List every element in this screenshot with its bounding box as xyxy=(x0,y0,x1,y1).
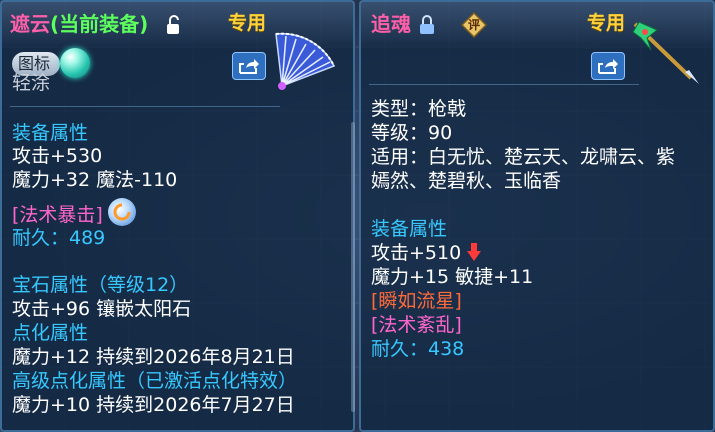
scrollbar[interactable] xyxy=(351,122,355,412)
durability: 耐久：438 xyxy=(371,338,465,360)
item-title: 遮云(当前装备) xyxy=(10,13,148,36)
equipped-status: (当前装备) xyxy=(50,12,149,36)
equipped-item-tooltip: 遮云(当前装备) 专用 图标 轻涂 装备属性 攻击+530 魔力+32 魔法-1… xyxy=(0,0,355,432)
section-adv-refine-attrs: 高级点化属性（已激活点化特效） xyxy=(12,370,298,392)
unlock-icon[interactable] xyxy=(166,15,182,35)
orb-icon[interactable] xyxy=(60,48,90,78)
skill-icon[interactable] xyxy=(108,198,136,226)
share-icon xyxy=(598,59,618,74)
rating-label: 评 xyxy=(467,18,480,32)
rating-icon[interactable]: 评 xyxy=(461,12,487,38)
skill-label: [法术紊乱] xyxy=(371,314,462,336)
divider xyxy=(10,106,280,107)
section-equip-attrs: 装备属性 xyxy=(12,122,89,144)
exclusive-label: 专用 xyxy=(228,12,267,34)
refine-line: 魔力+12 持续到2026年8月21日 xyxy=(12,346,295,368)
divider xyxy=(369,84,639,85)
skill-swirl xyxy=(113,203,131,221)
section-refine-attrs: 点化属性 xyxy=(12,322,89,344)
level-line: 等级：90 xyxy=(371,122,453,144)
suits-line: 嫣然、楚碧秋、玉临香 xyxy=(371,170,562,192)
exclusive-label: 专用 xyxy=(587,12,626,34)
down-arrow-icon xyxy=(467,243,482,261)
durability: 耐久：489 xyxy=(12,227,106,249)
attack-value: 攻击+510 xyxy=(371,242,462,264)
share-icon xyxy=(239,59,259,74)
suits-line: 适用：白无忧、楚云天、龙啸云、紫 xyxy=(371,146,676,168)
attack-line: 攻击+510 xyxy=(371,242,482,264)
type-line: 类型：枪戟 xyxy=(371,98,467,120)
attr-line: 魔力+15 敏捷+11 xyxy=(371,266,534,288)
adv-refine-line: 魔力+10 持续到2026年7月27日 xyxy=(12,394,295,416)
compare-item-tooltip: 追魂 评 专用 类型：枪戟 等级：90 适用：白无忧、楚云天、龙啸云、紫 嫣然、… xyxy=(359,0,715,432)
lock-icon[interactable] xyxy=(419,15,435,35)
item-subtitle: 轻涂 xyxy=(12,72,51,94)
section-gem-attrs: 宝石属性（等级12） xyxy=(12,274,189,296)
item-name: 追魂 xyxy=(371,12,411,36)
special-effect: [瞬如流星] xyxy=(371,290,462,312)
fan-weapon-icon xyxy=(275,32,336,90)
share-button[interactable] xyxy=(232,52,266,80)
gem-line: 攻击+96 镶嵌太阳石 xyxy=(12,298,192,320)
skill-label: [法术暴击] xyxy=(12,204,103,226)
attr-line: 攻击+530 xyxy=(12,145,103,167)
share-button[interactable] xyxy=(591,52,625,80)
attr-line: 魔力+32 魔法-110 xyxy=(12,169,178,191)
section-equip-attrs: 装备属性 xyxy=(371,218,448,240)
item-name: 遮云 xyxy=(10,12,50,36)
spear-weapon-icon xyxy=(632,21,699,84)
